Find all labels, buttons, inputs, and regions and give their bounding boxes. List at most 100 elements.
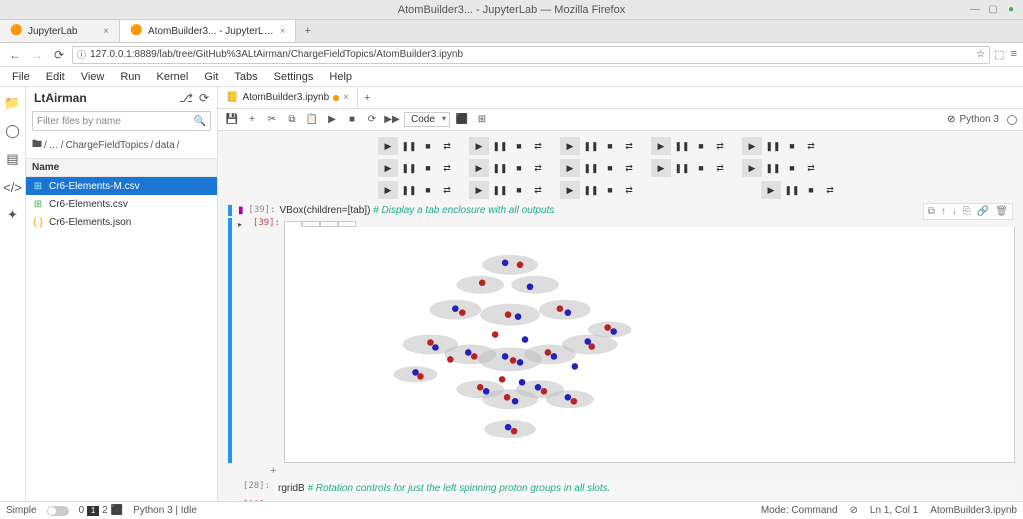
play-button[interactable]: ▶ <box>742 137 762 155</box>
notebook-body[interactable]: ▶❚❚■⇄▶❚❚■⇄▶❚❚■⇄▶❚❚■⇄▶❚❚■⇄ ▶❚❚■⇄▶❚❚■⇄▶❚❚■… <box>218 131 1023 501</box>
stop-button[interactable]: ■ <box>511 138 527 154</box>
trusted-icon[interactable]: ⊘ <box>947 114 955 125</box>
add-cell-inline[interactable]: + <box>270 465 1015 477</box>
stop-button[interactable]: ■ <box>693 138 709 154</box>
play-button[interactable]: ▶ <box>651 137 671 155</box>
pause-button[interactable]: ❚❚ <box>492 160 508 176</box>
stop-button[interactable]: ■ <box>784 160 800 176</box>
restart-button[interactable]: ⟳ <box>364 112 380 128</box>
loop-button[interactable]: ⇄ <box>530 160 546 176</box>
loop-button[interactable]: ⇄ <box>712 138 728 154</box>
pause-button[interactable]: ❚❚ <box>583 160 599 176</box>
restart-run-button[interactable]: ▶▶ <box>384 112 400 128</box>
reload-button[interactable]: ⟳ <box>50 46 68 64</box>
pause-button[interactable]: ❚❚ <box>492 182 508 198</box>
menu-file[interactable]: File <box>4 69 38 85</box>
code-cell[interactable]: [28]: rgridB # Rotation controls for jus… <box>228 481 1015 496</box>
loop-button[interactable]: ⇄ <box>530 138 546 154</box>
stop-button[interactable]: ■ <box>511 160 527 176</box>
git-button[interactable]: ⬛ <box>454 112 470 128</box>
stop-button[interactable]: ■ <box>784 138 800 154</box>
duplicate-icon[interactable]: ⧉ <box>928 206 935 217</box>
play-button[interactable]: ▶ <box>560 159 580 177</box>
folder-icon[interactable]: 📁 <box>5 95 21 111</box>
pause-button[interactable]: ❚❚ <box>492 138 508 154</box>
run-button[interactable]: ▶ <box>324 112 340 128</box>
menu-edit[interactable]: Edit <box>38 69 73 85</box>
output-pane[interactable] <box>284 227 1015 463</box>
refresh-icon[interactable]: ⟳ <box>199 91 209 105</box>
pause-button[interactable]: ❚❚ <box>784 182 800 198</box>
more-button[interactable]: ⊞ <box>474 112 490 128</box>
pause-button[interactable]: ❚❚ <box>674 160 690 176</box>
column-header-name[interactable]: Name <box>26 158 217 177</box>
breadcrumb-segment[interactable]: … <box>49 140 59 151</box>
menu-settings[interactable]: Settings <box>266 69 322 85</box>
menu-help[interactable]: Help <box>321 69 360 85</box>
file-row[interactable]: { } Cr6-Elements.json <box>26 213 217 231</box>
loop-button[interactable]: ⇄ <box>530 182 546 198</box>
stop-button[interactable]: ■ <box>602 138 618 154</box>
browser-tab[interactable]: 🟠 AtomBuilder3... - JupyterL… × <box>120 20 296 42</box>
pause-button[interactable]: ❚❚ <box>401 160 417 176</box>
breadcrumb-segment[interactable]: ChargeFieldTopics <box>66 140 149 151</box>
stop-button[interactable]: ■ <box>420 138 436 154</box>
loop-button[interactable]: ⇄ <box>803 160 819 176</box>
cut-button[interactable]: ✂ <box>264 112 280 128</box>
play-button[interactable]: ▶ <box>651 159 671 177</box>
save-button[interactable]: 💾 <box>224 112 240 128</box>
menu-tabs[interactable]: Tabs <box>226 69 265 85</box>
pause-button[interactable]: ❚❚ <box>583 182 599 198</box>
forward-button[interactable]: → <box>28 46 46 64</box>
site-info-icon[interactable]: ⓘ <box>77 48 86 61</box>
loop-button[interactable]: ⇄ <box>439 160 455 176</box>
close-icon[interactable]: × <box>280 26 286 37</box>
play-button[interactable]: ▶ <box>761 181 781 199</box>
atom-visualization[interactable] <box>285 227 1014 462</box>
code-line[interactable]: rgridB # Rotation controls for just the … <box>274 481 1015 496</box>
close-icon[interactable]: × <box>103 26 109 37</box>
notification-icon[interactable]: ⊘ <box>850 505 858 516</box>
pause-button[interactable]: ❚❚ <box>765 160 781 176</box>
up-icon[interactable]: ↑ <box>941 206 946 217</box>
down-icon[interactable]: ↓ <box>952 206 957 217</box>
paste-button[interactable]: 📋 <box>304 112 320 128</box>
pause-button[interactable]: ❚❚ <box>583 138 599 154</box>
close-button[interactable]: ● <box>1005 4 1017 16</box>
folder-icon[interactable]: 🖿 <box>32 137 42 154</box>
stop-button[interactable]: ■ <box>803 182 819 198</box>
kernel-name[interactable]: Python 3 <box>960 114 999 125</box>
kernel-status[interactable]: Python 3 | Idle <box>133 505 197 516</box>
cell-type-select[interactable]: Code <box>404 112 450 127</box>
code-cell[interactable]: ▮ [39]: VBox(children=[tab]) # Display a… <box>228 205 1015 216</box>
pause-button[interactable]: ❚❚ <box>401 138 417 154</box>
file-row[interactable]: ⊞ Cr6-Elements.csv <box>26 195 217 213</box>
notebook-tab[interactable]: 📒 AtomBuilder3.ipynb × <box>218 87 358 108</box>
stop-button[interactable]: ■ <box>602 182 618 198</box>
play-button[interactable]: ▶ <box>469 181 489 199</box>
loop-button[interactable]: ⇄ <box>822 182 838 198</box>
running-icon[interactable]: ▤ <box>5 151 21 167</box>
stop-button[interactable]: ■ <box>420 182 436 198</box>
code-line[interactable]: VBox(children=[tab]) # Display a tab enc… <box>280 205 1015 216</box>
extension-icon[interactable]: ✦ <box>5 207 21 223</box>
add-cell-button[interactable]: + <box>244 112 260 128</box>
minimize-button[interactable]: — <box>969 4 981 16</box>
git-branch-icon[interactable]: ⎇ <box>179 91 193 105</box>
maximize-button[interactable]: ▢ <box>987 4 999 16</box>
copy-button[interactable]: ⧉ <box>284 112 300 128</box>
browser-tab[interactable]: 🟠 JupyterLab × <box>0 20 120 42</box>
loop-button[interactable]: ⇄ <box>439 182 455 198</box>
stop-button[interactable]: ■ <box>511 182 527 198</box>
play-button[interactable]: ▶ <box>560 137 580 155</box>
play-button[interactable]: ▶ <box>560 181 580 199</box>
download-icon[interactable]: ⬚ <box>994 48 1004 61</box>
pause-button[interactable]: ❚❚ <box>765 138 781 154</box>
loop-button[interactable]: ⇄ <box>439 138 455 154</box>
insert-icon[interactable]: ⎘ <box>963 206 971 217</box>
loop-button[interactable]: ⇄ <box>621 138 637 154</box>
menu-icon[interactable]: ≡ <box>1011 48 1017 61</box>
collapse-icon[interactable]: ▸ <box>238 220 242 229</box>
stop-button[interactable]: ■ <box>602 160 618 176</box>
address-bar[interactable]: ⓘ 127.0.0.1:8889/lab/tree/GitHub%3ALtAir… <box>72 46 990 64</box>
